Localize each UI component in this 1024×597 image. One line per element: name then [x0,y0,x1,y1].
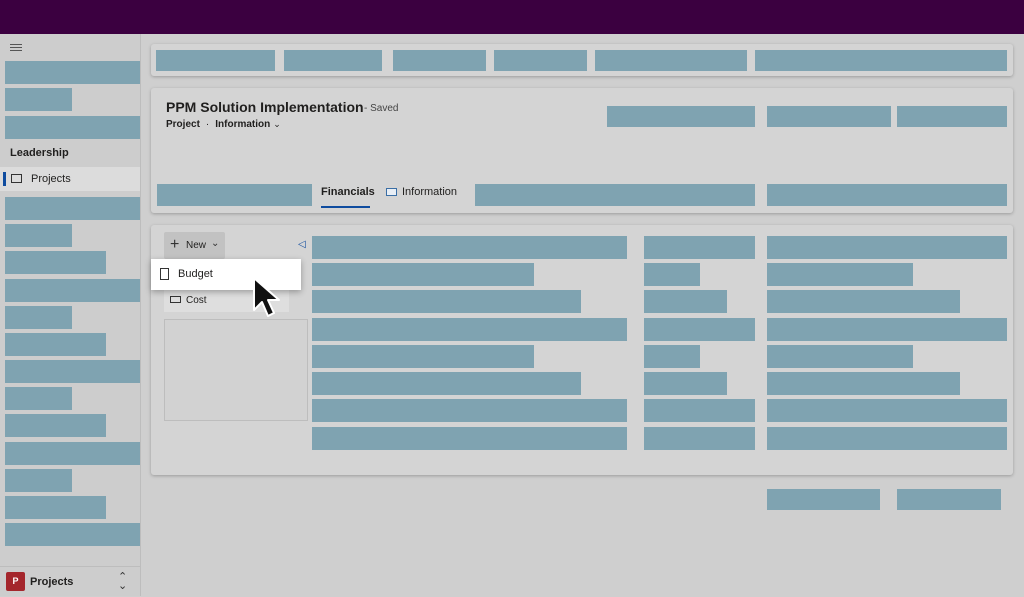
grid-cell[interactable] [312,236,627,259]
sidebar-placeholder[interactable] [5,442,140,465]
tab-placeholder[interactable] [767,184,1007,206]
sidebar: Leadership Projects P Projects ⌃ ⌄ [0,34,141,596]
sidebar-placeholder[interactable] [5,224,72,247]
grid-cell[interactable] [312,399,627,422]
tab-information[interactable]: Information [386,186,457,198]
command-button[interactable] [393,50,486,71]
grid-cell[interactable] [644,236,755,259]
sidebar-item-projects[interactable]: Projects [0,167,140,191]
tab-placeholder[interactable] [157,184,312,206]
menu-item-label: Budget [178,268,213,280]
sidebar-placeholder[interactable] [5,387,72,410]
sidebar-placeholder[interactable] [5,61,140,84]
book-icon [386,188,397,197]
grid-cell[interactable] [312,372,581,395]
breadcrumb-separator: · [205,119,210,130]
area-name: Projects [30,576,74,588]
command-button[interactable] [284,50,382,71]
grid-cell[interactable] [767,290,960,313]
grid-cell[interactable] [767,236,1007,259]
header-field[interactable] [607,106,755,127]
projects-icon [11,174,22,183]
sidebar-placeholder[interactable] [5,496,106,519]
tab-information-label: Information [402,186,458,198]
sidebar-placeholder[interactable] [5,523,140,546]
tab-financials[interactable]: Financials [321,186,375,198]
grid-cell[interactable] [644,290,727,313]
sidebar-placeholder[interactable] [5,306,72,329]
sidebar-placeholder[interactable] [5,88,72,111]
subgrid-panel [164,319,308,421]
grid-cell[interactable] [767,318,1007,341]
new-button-label: New [186,240,207,251]
sidebar-placeholder[interactable] [5,333,106,356]
grid-cell[interactable] [644,372,727,395]
chevron-down-icon[interactable]: ⌄ [273,119,281,129]
chevron-down-icon: ⌄ [211,238,220,249]
form-selector[interactable]: Information [215,119,270,130]
grid-cell[interactable] [644,345,700,368]
entity-name: Project [166,119,200,130]
active-tab-indicator [321,206,370,208]
grid-cell[interactable] [644,427,755,450]
collapse-arrow-icon[interactable]: ◁ [298,239,306,250]
record-title: PPM Solution Implementation [166,99,364,115]
top-bar [0,0,1024,34]
header-field[interactable] [767,106,891,127]
calculator-icon [160,268,169,280]
grid-cell[interactable] [312,290,581,313]
grid-cell[interactable] [312,427,627,450]
selected-indicator [3,172,6,186]
grid-cell[interactable] [644,318,755,341]
command-button[interactable] [595,50,747,71]
sidebar-item-label: Projects [31,173,71,185]
grid-cell[interactable] [767,345,913,368]
mouse-pointer-icon [253,277,280,317]
sidebar-placeholder[interactable] [5,279,140,302]
money-icon [170,296,181,303]
sidebar-placeholder[interactable] [5,197,140,220]
footer-button[interactable] [897,489,1001,510]
grid-cell[interactable] [312,263,534,286]
command-button[interactable] [755,50,1007,71]
sidebar-placeholder[interactable] [5,116,140,139]
save-status: - Saved [364,103,399,114]
breadcrumb: Project · Information ⌄ [166,119,281,130]
grid-cell[interactable] [644,263,700,286]
footer-button[interactable] [767,489,880,510]
plus-icon: + [170,236,180,253]
grid-cell[interactable] [312,345,534,368]
area-switcher[interactable]: P Projects ⌃ ⌄ [0,566,140,597]
sidebar-placeholder[interactable] [5,360,140,383]
grid-cell[interactable] [767,427,1007,450]
grid-cell[interactable] [767,372,960,395]
hamburger-menu-icon[interactable] [10,44,22,52]
area-badge: P [6,572,25,591]
grid-cell[interactable] [312,318,627,341]
menu-item-label: Cost [186,295,207,306]
tab-placeholder[interactable] [475,184,755,206]
grid-cell[interactable] [767,399,1007,422]
sidebar-placeholder[interactable] [5,469,72,492]
grid-cell[interactable] [644,399,755,422]
sidebar-placeholder[interactable] [5,251,106,274]
new-button[interactable]: + New ⌄ [164,232,225,259]
header-field[interactable] [897,106,1007,127]
chevron-updown-icon: ⌃ ⌄ [118,571,128,592]
sidebar-section-header: Leadership [10,147,69,159]
command-button[interactable] [494,50,587,71]
command-button[interactable] [156,50,275,71]
sidebar-placeholder[interactable] [5,414,106,437]
grid-cell[interactable] [767,263,913,286]
